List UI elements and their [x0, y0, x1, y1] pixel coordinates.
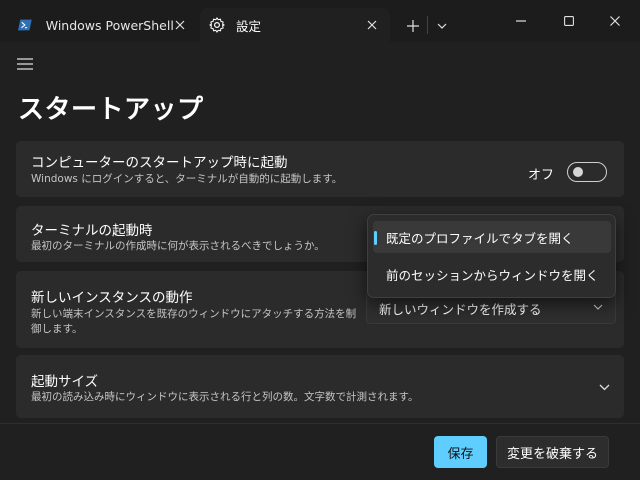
menu-item-label: 前のセッションからウィンドウを開く	[386, 267, 599, 283]
page-title: スタートアップ	[18, 95, 204, 125]
description-line: 新しい端末インスタンスを既存のウィンドウにアタッチする方法を制	[31, 308, 357, 320]
hamburger-icon	[17, 58, 33, 70]
powershell-icon	[18, 19, 32, 31]
menu-button[interactable]	[14, 55, 36, 73]
save-button[interactable]: 保存	[434, 436, 487, 468]
setting-title: 新しいインスタンスの動作	[31, 290, 193, 306]
maximize-icon	[564, 16, 574, 26]
setting-description: Windows にログインすると、ターミナルが自動的に起動します。	[31, 173, 343, 185]
gear-icon	[209, 17, 225, 33]
minimize-button[interactable]	[501, 8, 541, 34]
launch-mode-dropdown-menu: 既定のプロファイルでタブを開く 前のセッションからウィンドウを開く	[367, 214, 616, 298]
close-tab-icon[interactable]	[174, 17, 186, 33]
close-icon	[610, 16, 620, 26]
discard-changes-button[interactable]: 変更を破棄する	[496, 436, 609, 468]
setting-description: 新しい端末インスタンスを既存のウィンドウにアタッチする方法を制 御します。	[31, 307, 356, 337]
tab-windows-powershell[interactable]: Windows PowerShell	[10, 8, 196, 42]
tab-dropdown-button[interactable]	[432, 15, 452, 37]
setting-title: 起動サイズ	[31, 374, 99, 390]
minimize-icon	[516, 20, 526, 22]
setting-launch-on-startup: コンピューターのスタートアップ時に起動 Windows にログインすると、ターミ…	[16, 141, 624, 197]
footer-bar: 保存 変更を破棄する	[0, 423, 640, 480]
setting-title: ターミナルの起動時	[31, 223, 153, 239]
menu-item-default-profile-tab[interactable]: 既定のプロファイルでタブを開く	[373, 221, 611, 253]
startup-toggle[interactable]	[567, 162, 607, 182]
close-window-button[interactable]	[595, 8, 635, 34]
chevron-down-icon	[437, 23, 447, 29]
close-tab-icon[interactable]	[364, 17, 380, 33]
tab-label: 設定	[236, 18, 262, 34]
setting-title: コンピューターのスタートアップ時に起動	[31, 155, 288, 171]
title-bar: Windows PowerShell 設定	[0, 0, 640, 42]
toggle-state-label: オフ	[527, 168, 554, 183]
divider	[427, 16, 428, 34]
setting-launch-size[interactable]: 起動サイズ 最初の読み込み時にウィンドウに表示される行と列の数。文字数で計測され…	[16, 355, 624, 418]
tab-settings[interactable]: 設定	[200, 8, 390, 42]
setting-description: 最初の読み込み時にウィンドウに表示される行と列の数。文字数で計測されます。	[31, 391, 419, 403]
selection-indicator	[374, 231, 377, 245]
chevron-down-icon	[593, 304, 603, 310]
description-line: 御します。	[31, 323, 83, 335]
maximize-button[interactable]	[549, 8, 589, 34]
plus-icon	[407, 20, 419, 32]
tab-label: Windows PowerShell	[45, 17, 174, 33]
chevron-down-icon[interactable]	[599, 384, 610, 391]
menu-item-label: 既定のプロファイルでタブを開く	[386, 230, 574, 246]
toggle-knob	[573, 167, 583, 177]
new-tab-button[interactable]	[402, 15, 424, 37]
menu-item-restore-session[interactable]: 前のセッションからウィンドウを開く	[373, 258, 611, 290]
setting-description: 最初のターミナルの作成時に何が表示されるべきでしょうか。	[31, 240, 325, 252]
dropdown-value: 新しいウィンドウを作成する	[379, 301, 542, 317]
